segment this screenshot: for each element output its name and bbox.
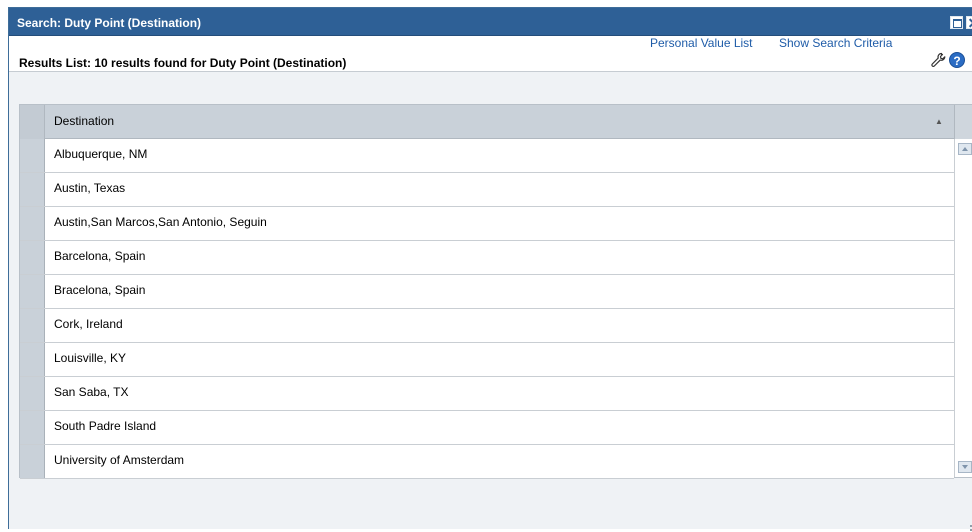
table-row[interactable]: Austin, Texas xyxy=(20,173,954,207)
table-row[interactable]: Austin,San Marcos,San Antonio, Seguin xyxy=(20,207,954,241)
vertical-scrollbar[interactable] xyxy=(954,139,972,477)
row-selector[interactable] xyxy=(20,377,45,410)
search-dialog: Search: Duty Point (Destination) Results… xyxy=(8,7,972,532)
personal-value-list-link[interactable]: Personal Value List xyxy=(650,36,753,50)
table-row[interactable]: Albuquerque, NM xyxy=(20,139,954,173)
row-selector[interactable] xyxy=(20,207,45,240)
results-header: Results List: 10 results found for Duty … xyxy=(9,36,972,72)
wrench-icon[interactable] xyxy=(930,52,946,68)
destination-cell: Cork, Ireland xyxy=(54,317,123,331)
destination-cell: Bracelona, Spain xyxy=(54,283,146,297)
destination-cell: South Padre Island xyxy=(54,419,157,433)
row-selector[interactable] xyxy=(20,241,45,274)
table-row[interactable]: San Saba, TX xyxy=(20,377,954,411)
table-row[interactable]: Louisville, KY xyxy=(20,343,954,377)
scroll-up-icon[interactable] xyxy=(958,143,972,155)
destination-cell: Austin, Texas xyxy=(54,181,126,195)
row-selector[interactable] xyxy=(20,309,45,342)
title-bar[interactable]: Search: Duty Point (Destination) xyxy=(9,8,972,36)
destination-cell: University of Amsterdam xyxy=(54,453,185,467)
destination-cell: Albuquerque, NM xyxy=(54,147,148,161)
close-icon[interactable] xyxy=(966,16,972,29)
results-heading: Results List: 10 results found for Duty … xyxy=(19,56,347,70)
table-header: Destination ▲ xyxy=(20,105,972,139)
table-body: Albuquerque, NM Austin, Texas Austin,San… xyxy=(20,139,954,479)
show-search-criteria-link[interactable]: Show Search Criteria xyxy=(779,36,892,50)
maximize-icon[interactable] xyxy=(950,16,963,29)
table-row[interactable]: Barcelona, Spain xyxy=(20,241,954,275)
row-selector[interactable] xyxy=(20,173,45,206)
row-selector[interactable] xyxy=(20,445,45,478)
table-row[interactable]: South Padre Island xyxy=(20,411,954,445)
destination-cell: Austin,San Marcos,San Antonio, Seguin xyxy=(54,215,267,229)
results-table: Destination ▲ Albuquerque, NM Austin, Te… xyxy=(19,104,972,479)
table-row[interactable]: Bracelona, Spain xyxy=(20,275,954,309)
dialog-title: Search: Duty Point (Destination) xyxy=(17,16,202,30)
scroll-down-icon[interactable] xyxy=(958,461,972,473)
help-icon[interactable]: ? xyxy=(949,52,965,68)
row-selector[interactable] xyxy=(20,275,45,308)
destination-cell: Barcelona, Spain xyxy=(54,249,146,263)
destination-cell: San Saba, TX xyxy=(54,385,129,399)
select-all-cell[interactable] xyxy=(20,105,45,139)
table-row[interactable]: University of Amsterdam xyxy=(20,445,954,479)
destination-cell: Louisville, KY xyxy=(54,351,127,365)
sort-icon[interactable]: ▲ xyxy=(935,117,943,126)
table-row[interactable]: Cork, Ireland xyxy=(20,309,954,343)
scrollbar-header-spacer xyxy=(954,105,972,139)
row-selector[interactable] xyxy=(20,343,45,376)
column-header-destination[interactable]: Destination xyxy=(54,114,114,128)
row-selector[interactable] xyxy=(20,139,45,172)
row-selector[interactable] xyxy=(20,411,45,444)
